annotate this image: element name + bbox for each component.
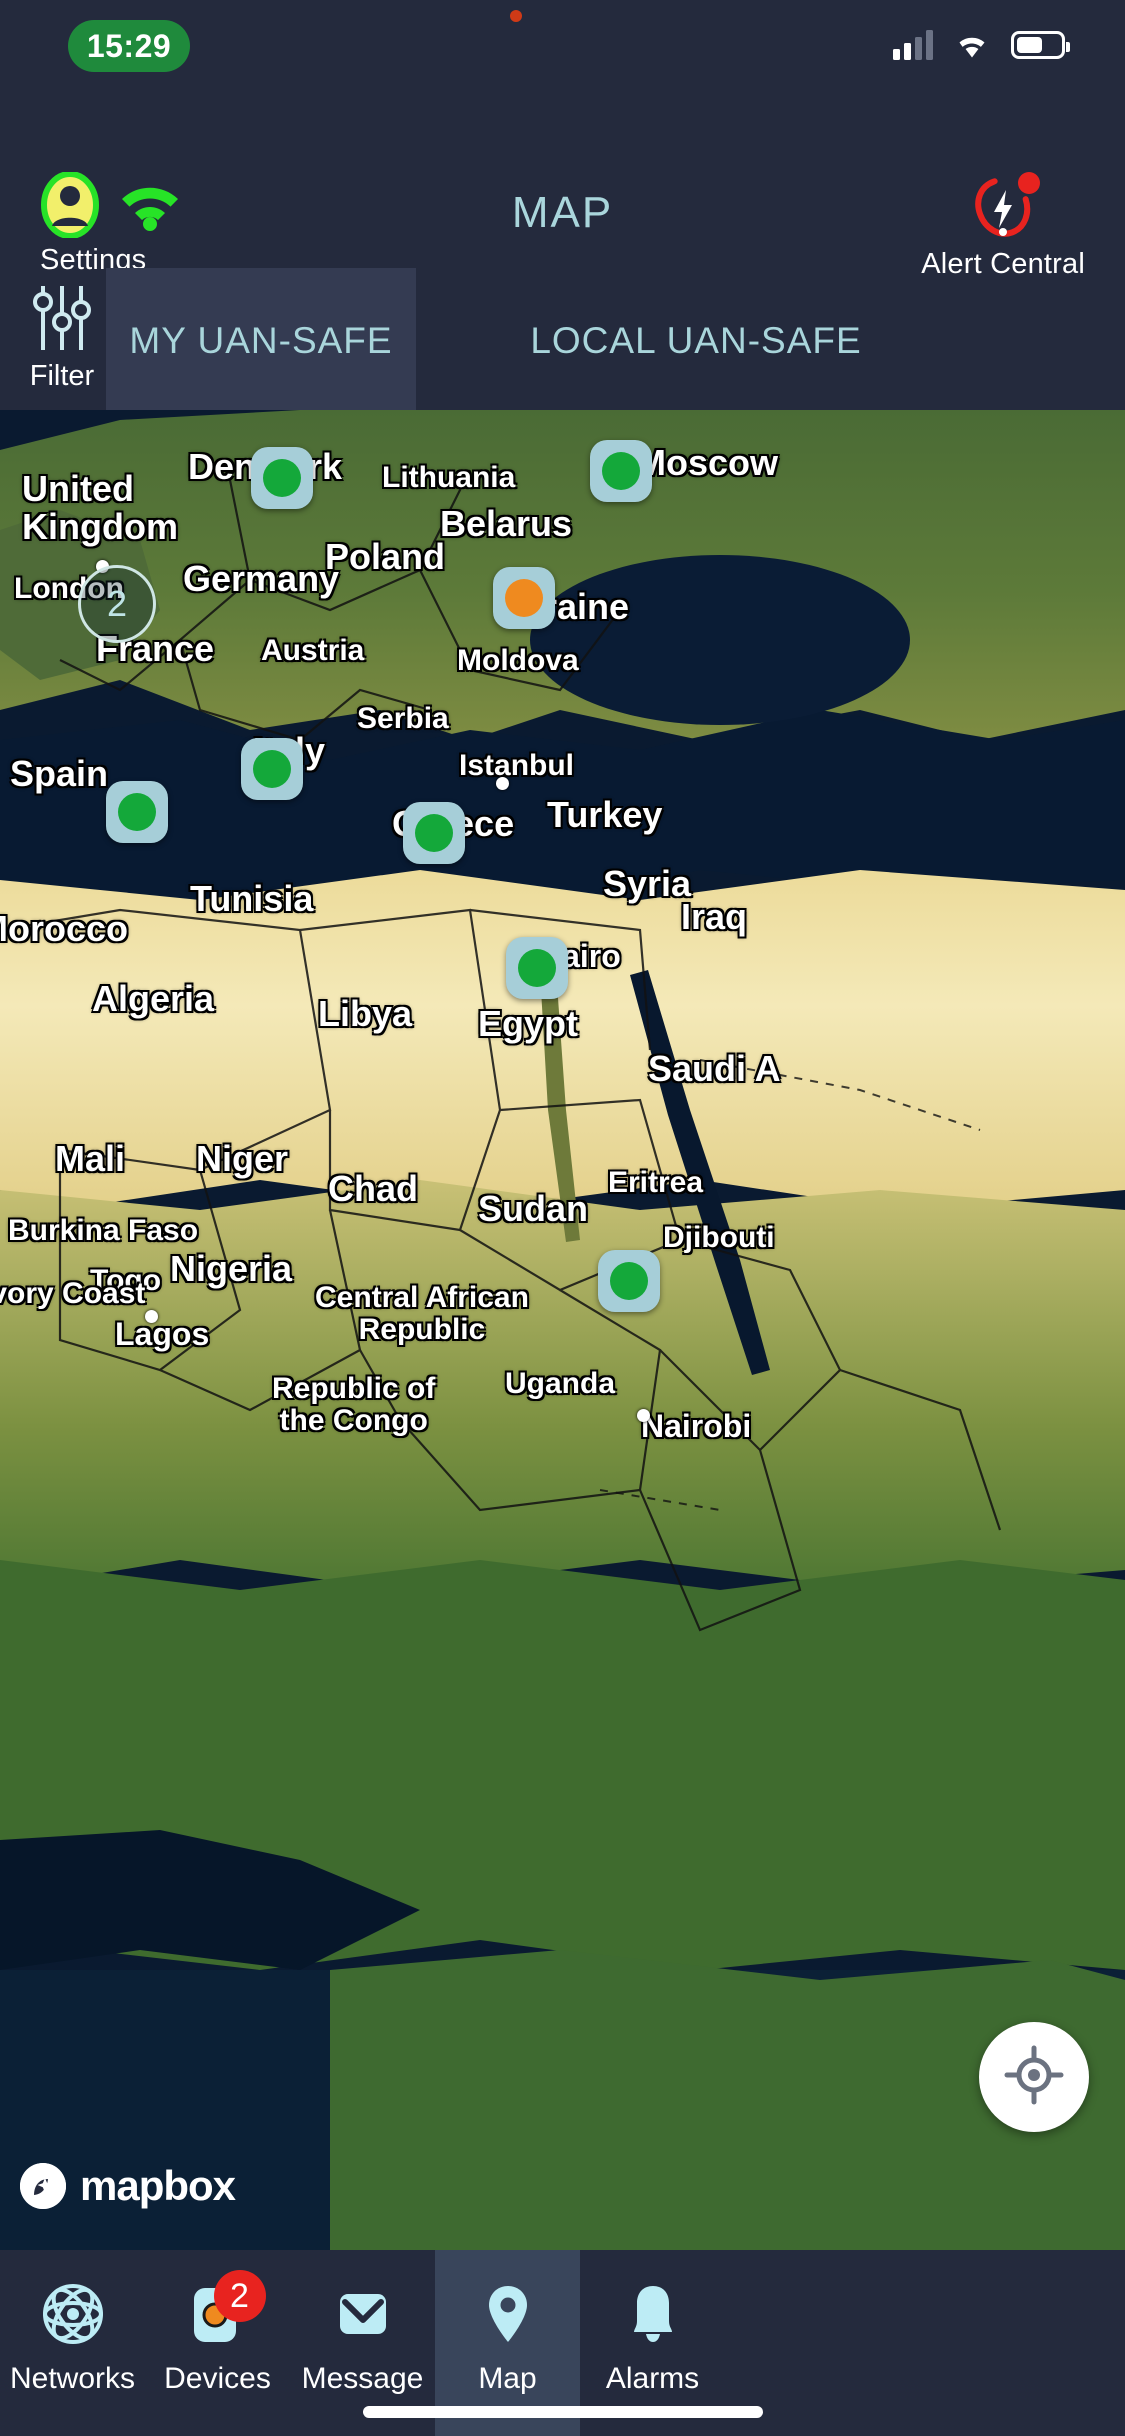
mapbox-label: mapbox [80,2162,236,2209]
locate-crosshair-icon [1004,2045,1064,2110]
nav-label-map: Map [478,2362,537,2395]
map-canvas[interactable]: United Kingdom Denmark Lithuania Moscow … [0,410,1125,2250]
marker-denmark[interactable] [251,447,313,509]
tab-my-uan-safe[interactable]: MY UAN-SAFE [106,268,416,414]
nav-label-message: Message [301,2362,424,2395]
marker-greece[interactable] [403,802,465,864]
cellular-signal-icon [893,30,933,60]
mapbox-logo-icon [20,2163,66,2209]
status-bar: 15:29 [0,0,1125,110]
nav-label-networks: Networks [9,2362,136,2395]
nav-item-networks[interactable]: Networks [0,2250,145,2436]
devices-badge: 2 [213,2270,266,2322]
city-dot [145,1310,158,1323]
marker-italy[interactable] [241,738,303,800]
status-time: 15:29 [68,20,190,72]
city-dot [496,777,509,790]
marker-east-africa[interactable] [598,1250,660,1312]
bell-icon [617,2278,689,2350]
location-pin-icon [472,2278,544,2350]
marker-moscow[interactable] [590,440,652,502]
tab-local-uan-safe[interactable]: LOCAL UAN-SAFE [416,268,976,414]
marker-ukraine[interactable] [493,567,555,629]
tab-bar: Filter MY UAN-SAFE LOCAL UAN-SAFE [0,268,1125,418]
battery-icon [1011,31,1070,59]
city-dot [637,1409,650,1422]
marker-spain[interactable] [106,781,168,843]
home-indicator [362,2406,763,2418]
alert-central-button[interactable]: Alert Central [921,172,1085,281]
app-screen: 15:29 Settings MAP Alert Central Filter … [0,0,1125,2436]
sliders-filter-icon [29,280,95,356]
mapbox-attribution[interactable]: mapbox [20,2162,236,2210]
alert-badge-dot [1018,172,1041,194]
marker-egypt[interactable] [506,937,568,999]
filter-label: Filter [29,360,95,392]
map-satellite-imagery [0,410,1125,2250]
envelope-icon [327,2278,399,2350]
filter-button[interactable]: Filter [18,280,106,393]
alert-bolt-icon [968,172,1041,242]
bottom-navigation: Networks 2 Devices Message Map Alarms [0,2250,1125,2436]
wifi-icon [953,31,991,59]
locate-me-button[interactable] [979,2022,1089,2132]
nav-item-devices[interactable]: 2 Devices [145,2250,290,2436]
nav-label-alarms: Alarms [605,2362,700,2395]
cluster-london[interactable]: 2 [78,565,156,643]
device-icon: 2 [182,2270,266,2350]
recording-dot-icon [510,10,522,22]
network-globe-icon [37,2278,109,2350]
status-indicators [893,20,1070,70]
nav-label-devices: Devices [164,2362,271,2395]
